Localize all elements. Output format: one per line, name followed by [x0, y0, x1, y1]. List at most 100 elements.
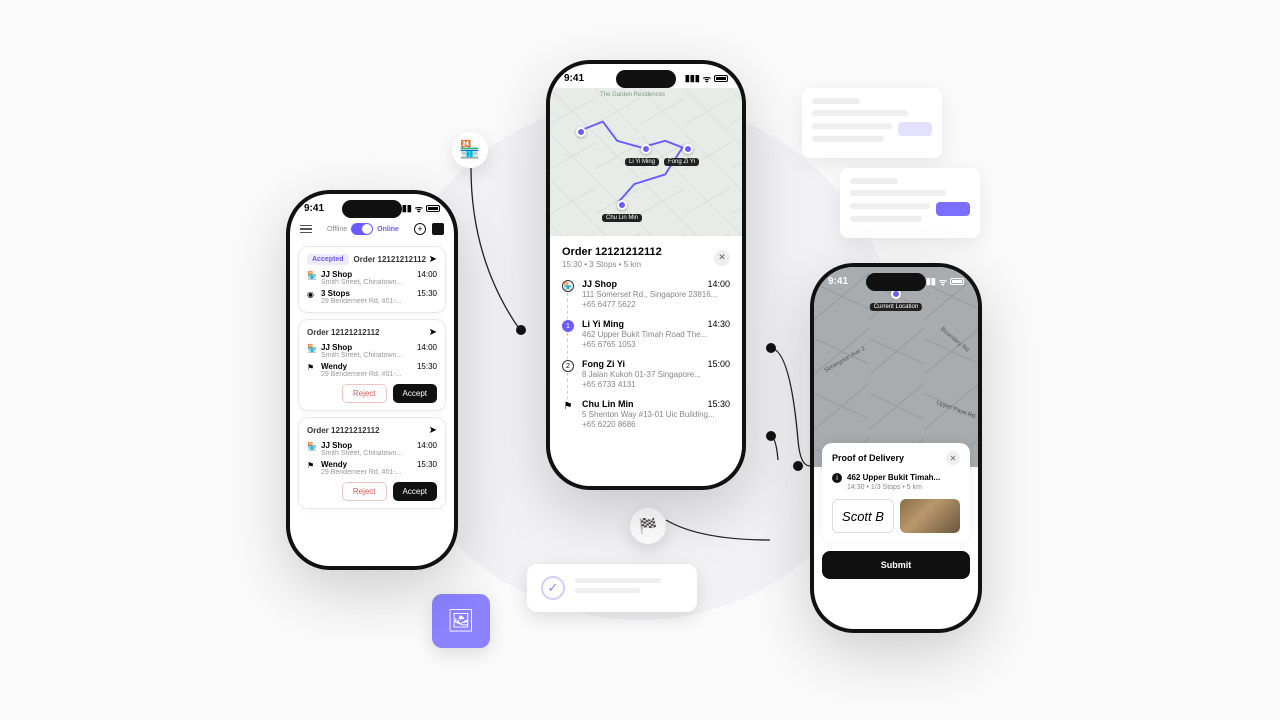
stop-address: 462 Upper Bukit Timah Road The...: [582, 330, 730, 339]
stop-time: 14:30: [707, 319, 730, 329]
dest-time: 15:30: [417, 362, 437, 371]
status-badge: Accepted: [307, 254, 349, 265]
pickup-name: JJ Shop: [321, 441, 402, 450]
map-pin-start: [576, 127, 586, 137]
app-header: Offline Online +: [290, 218, 454, 240]
stops-list: 🏪 JJ Shop 14:00 111 Somerset Rd., Singapo…: [562, 279, 730, 429]
stop-phone: +65 6733 4131: [582, 380, 730, 389]
stop-time: 15:30: [707, 399, 730, 409]
order-summary: 15:30 • 3 Stops • 5 km: [562, 260, 662, 269]
pickup-name: JJ Shop: [321, 343, 402, 352]
pickup-addr: Smith Street, Chinatown...: [321, 352, 402, 359]
check-icon: ✓: [541, 576, 565, 600]
flag-icon: 🏁: [630, 508, 666, 544]
stop-address: 111 Somerset Rd., Singapore 23816...: [582, 290, 730, 299]
stop-row[interactable]: 2 Fong Zi Yi15:00 8 Jalan Kukoh 01-37 Si…: [562, 359, 730, 389]
decorative-card-stack: [802, 88, 980, 208]
stop-row[interactable]: 🏪 JJ Shop 14:00 111 Somerset Rd., Singapo…: [562, 279, 730, 309]
toggle-label-off: Offline: [327, 226, 347, 233]
accept-button[interactable]: Accept: [393, 384, 437, 403]
stop-name: Li Yi Ming: [582, 319, 624, 329]
phone-orders-list: 9:41 ▮▮▮ᯤ Offline Online + Accepted Orde…: [286, 190, 458, 570]
shop-icon: 🏪: [307, 270, 317, 280]
phone-notch: [342, 200, 402, 218]
signal-icon: ▮▮▮: [685, 73, 700, 84]
order-title: Order 12121212112: [307, 328, 380, 337]
stop-phone: +65 6220 8686: [582, 420, 730, 429]
stop-address: 5 Shenton Way #13-01 Uic Building...: [582, 410, 730, 419]
signature-text: Scott B: [842, 509, 884, 524]
stop-row[interactable]: 1 Li Yi Ming14:30 462 Upper Bukit Timah …: [562, 319, 730, 349]
status-time: 9:41: [564, 73, 584, 84]
pickup-time: 14:00: [417, 441, 437, 450]
order-card-accepted[interactable]: Accepted Order 12121212112 ➤ 🏪 JJ Shop S…: [298, 246, 446, 313]
reject-button[interactable]: Reject: [342, 384, 387, 403]
route-map[interactable]: The Garden Residences Li Yi Ming Fong Zi…: [550, 88, 742, 236]
close-icon[interactable]: ✕: [714, 250, 730, 266]
order-card-pending[interactable]: Order 12121212112 ➤ 🏪 JJ Shop Smith Stre…: [298, 319, 446, 411]
stop-time: 14:00: [707, 279, 730, 289]
close-icon[interactable]: ✕: [946, 451, 960, 465]
road-label: Upper Paya Rd: [935, 400, 976, 420]
photo-thumbnail[interactable]: [900, 499, 960, 533]
battery-icon: [426, 205, 440, 212]
map-pin-stop: [683, 144, 693, 154]
navigate-icon[interactable]: ➤: [429, 425, 437, 436]
stop-phone: +65 6765 1053: [582, 340, 730, 349]
dest-time: 15:30: [417, 460, 437, 469]
pod-title: Proof of Delivery: [832, 453, 904, 463]
stop-name: Fong Zi Yi: [582, 359, 625, 369]
dest-addr: 29 Bendemeer Rd, #01-...: [321, 469, 402, 476]
submit-button[interactable]: Submit: [822, 551, 970, 579]
map-icon[interactable]: [432, 223, 444, 235]
phone-proof-of-delivery: 9:41 ▮▮▮ᯤ Current Location Serangoon Ave…: [810, 263, 982, 633]
current-location-label: Current Location: [870, 303, 922, 311]
navigate-icon[interactable]: ➤: [429, 327, 437, 338]
add-icon[interactable]: +: [414, 223, 426, 235]
toggle-label-on: Online: [377, 226, 399, 233]
order-card-pending[interactable]: Order 12121212112 ➤ 🏪 JJ Shop Smith Stre…: [298, 417, 446, 509]
flag-icon: ⚑: [307, 362, 317, 372]
connector-dot: [516, 325, 526, 335]
delivery-address: 462 Upper Bukit Timah...: [847, 473, 940, 482]
signature-box[interactable]: Scott B: [832, 499, 894, 533]
stop-row[interactable]: ⚑ Chu Lin Min 15:30 5 Shenton Way #13-01 …: [562, 399, 730, 429]
road-label: Boundary Rd: [939, 326, 970, 353]
location-icon: i: [832, 473, 842, 483]
phone-route-detail: 9:41 ▮▮▮ᯤ The Garden Residences Li Yi Mi…: [546, 60, 746, 490]
dest-addr: 29 Bendemeer Rd, #01-...: [321, 371, 402, 378]
online-toggle[interactable]: [351, 223, 373, 235]
stop-name: JJ Shop: [582, 279, 617, 289]
delivery-summary: 14:30 • 1/3 Stops • 5 km: [847, 484, 940, 491]
connector-dot: [766, 431, 776, 441]
map-pin-stop: [641, 144, 651, 154]
pod-card: Proof of Delivery ✕ i 462 Upper Bukit Ti…: [822, 443, 970, 541]
connector-dot: [766, 343, 776, 353]
navigate-icon[interactable]: ➤: [429, 254, 437, 265]
accept-button[interactable]: Accept: [393, 482, 437, 501]
connector-dot: [793, 461, 803, 471]
order-title: Order 12121212112: [307, 426, 380, 435]
delivery-map[interactable]: 9:41 ▮▮▮ᯤ Current Location Serangoon Ave…: [814, 267, 978, 467]
stop-phone: +65 6477 5622: [582, 300, 730, 309]
status-time: 9:41: [304, 203, 324, 214]
dest-name: 3 Stops: [321, 289, 402, 298]
menu-icon[interactable]: [300, 225, 312, 234]
reject-button[interactable]: Reject: [342, 482, 387, 501]
shop-icon: 🏪: [452, 132, 488, 168]
confirmation-chip: ✓: [527, 564, 697, 612]
map-stop-label: Li Yi Ming: [625, 158, 659, 166]
stop-name: Chu Lin Min: [582, 399, 634, 409]
map-pin-end: [617, 200, 627, 210]
dest-name: Wendy: [321, 460, 402, 469]
stop-address: 8 Jalan Kukoh 01-37 Singapore...: [582, 370, 730, 379]
stop-marker-pickup: 🏪: [562, 280, 574, 292]
dest-name: Wendy: [321, 362, 402, 371]
shop-icon: 🏪: [307, 343, 317, 353]
order-title: Order 12121212112: [562, 246, 662, 258]
stop-marker-final: ⚑: [562, 400, 574, 412]
flag-icon: ⚑: [307, 460, 317, 470]
pickup-addr: Smith Street, Chinatown...: [321, 279, 402, 286]
wifi-icon: ᯤ: [703, 72, 711, 85]
image-placeholder-icon: 🖼: [432, 594, 490, 648]
